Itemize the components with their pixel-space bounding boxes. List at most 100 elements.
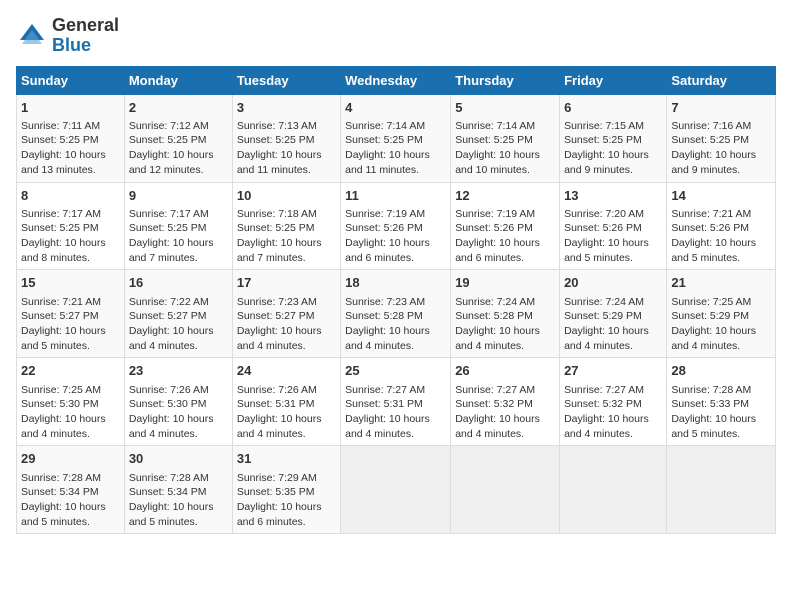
calendar-week-row: 8Sunrise: 7:17 AMSunset: 5:25 PMDaylight… <box>17 182 776 270</box>
day-info: Sunrise: 7:11 AMSunset: 5:25 PMDaylight:… <box>21 119 120 178</box>
day-number: 18 <box>345 274 446 292</box>
day-info: Sunrise: 7:25 AMSunset: 5:30 PMDaylight:… <box>21 383 120 442</box>
day-info: Sunrise: 7:25 AMSunset: 5:29 PMDaylight:… <box>671 295 771 354</box>
calendar-cell: 29 Sunrise: 7:28 AMSunset: 5:34 PMDayligh… <box>17 446 125 534</box>
day-number: 3 <box>237 99 336 117</box>
calendar-cell: 18Sunrise: 7:23 AMSunset: 5:28 PMDayligh… <box>341 270 451 358</box>
day-info: Sunrise: 7:13 AMSunset: 5:25 PMDaylight:… <box>237 119 336 178</box>
day-number: 11 <box>345 187 446 205</box>
day-number: 19 <box>455 274 555 292</box>
calendar-header-row: SundayMondayTuesdayWednesdayThursdayFrid… <box>17 66 776 94</box>
day-number: 23 <box>129 362 228 380</box>
calendar-cell: 21 Sunrise: 7:25 AMSunset: 5:29 PMDayligh… <box>667 270 776 358</box>
day-of-week-header: Thursday <box>451 66 560 94</box>
calendar-cell: 11 Sunrise: 7:19 AMSunset: 5:26 PMDayligh… <box>341 182 451 270</box>
calendar-cell: 22 Sunrise: 7:25 AMSunset: 5:30 PMDayligh… <box>17 358 125 446</box>
day-info: Sunrise: 7:24 AMSunset: 5:29 PMDaylight:… <box>564 295 662 354</box>
calendar-cell: 8Sunrise: 7:17 AMSunset: 5:25 PMDaylight… <box>17 182 125 270</box>
calendar-cell: 1 Sunrise: 7:11 AMSunset: 5:25 PMDaylight… <box>17 94 125 182</box>
calendar-week-row: 22 Sunrise: 7:25 AMSunset: 5:30 PMDayligh… <box>17 358 776 446</box>
calendar-cell: 15Sunrise: 7:21 AMSunset: 5:27 PMDayligh… <box>17 270 125 358</box>
day-number: 30 <box>129 450 228 468</box>
day-number: 6 <box>564 99 662 117</box>
day-number: 7 <box>671 99 771 117</box>
day-info: Sunrise: 7:14 AMSunset: 5:25 PMDaylight:… <box>345 119 446 178</box>
logo: General Blue <box>16 16 119 56</box>
day-number: 5 <box>455 99 555 117</box>
day-number: 14 <box>671 187 771 205</box>
calendar-week-row: 29 Sunrise: 7:28 AMSunset: 5:34 PMDayligh… <box>17 446 776 534</box>
day-of-week-header: Tuesday <box>232 66 340 94</box>
calendar-cell: 19 Sunrise: 7:24 AMSunset: 5:28 PMDayligh… <box>451 270 560 358</box>
day-info: Sunrise: 7:28 AMSunset: 5:33 PMDaylight:… <box>671 383 771 442</box>
calendar-table: SundayMondayTuesdayWednesdayThursdayFrid… <box>16 66 776 535</box>
day-info: Sunrise: 7:22 AMSunset: 5:27 PMDaylight:… <box>129 295 228 354</box>
calendar-cell: 28 Sunrise: 7:28 AMSunset: 5:33 PMDayligh… <box>667 358 776 446</box>
day-number: 21 <box>671 274 771 292</box>
calendar-cell: 25 Sunrise: 7:27 AMSunset: 5:31 PMDayligh… <box>341 358 451 446</box>
day-info: Sunrise: 7:29 AMSunset: 5:35 PMDaylight:… <box>237 471 336 530</box>
day-info: Sunrise: 7:28 AMSunset: 5:34 PMDaylight:… <box>129 471 228 530</box>
day-info: Sunrise: 7:14 AMSunset: 5:25 PMDaylight:… <box>455 119 555 178</box>
calendar-cell: 6Sunrise: 7:15 AMSunset: 5:25 PMDaylight… <box>560 94 667 182</box>
day-number: 20 <box>564 274 662 292</box>
day-number: 29 <box>21 450 120 468</box>
day-number: 25 <box>345 362 446 380</box>
day-number: 10 <box>237 187 336 205</box>
logo-icon <box>16 20 48 52</box>
calendar-cell: 2 Sunrise: 7:12 AMSunset: 5:25 PMDaylight… <box>124 94 232 182</box>
calendar-week-row: 1 Sunrise: 7:11 AMSunset: 5:25 PMDaylight… <box>17 94 776 182</box>
calendar-cell <box>560 446 667 534</box>
calendar-cell <box>667 446 776 534</box>
day-of-week-header: Saturday <box>667 66 776 94</box>
day-number: 16 <box>129 274 228 292</box>
day-number: 22 <box>21 362 120 380</box>
day-info: Sunrise: 7:17 AMSunset: 5:25 PMDaylight:… <box>129 207 228 266</box>
calendar-cell: 17 Sunrise: 7:23 AMSunset: 5:27 PMDayligh… <box>232 270 340 358</box>
day-info: Sunrise: 7:20 AMSunset: 5:26 PMDaylight:… <box>564 207 662 266</box>
calendar-cell: 3 Sunrise: 7:13 AMSunset: 5:25 PMDaylight… <box>232 94 340 182</box>
calendar-cell: 20 Sunrise: 7:24 AMSunset: 5:29 PMDayligh… <box>560 270 667 358</box>
calendar-cell <box>341 446 451 534</box>
day-info: Sunrise: 7:12 AMSunset: 5:25 PMDaylight:… <box>129 119 228 178</box>
calendar-cell: 9 Sunrise: 7:17 AMSunset: 5:25 PMDaylight… <box>124 182 232 270</box>
calendar-cell: 12Sunrise: 7:19 AMSunset: 5:26 PMDayligh… <box>451 182 560 270</box>
calendar-cell: 30 Sunrise: 7:28 AMSunset: 5:34 PMDayligh… <box>124 446 232 534</box>
day-number: 1 <box>21 99 120 117</box>
day-number: 24 <box>237 362 336 380</box>
day-of-week-header: Sunday <box>17 66 125 94</box>
calendar-cell: 5 Sunrise: 7:14 AMSunset: 5:25 PMDaylight… <box>451 94 560 182</box>
calendar-cell <box>451 446 560 534</box>
calendar-cell: 7Sunrise: 7:16 AMSunset: 5:25 PMDaylight… <box>667 94 776 182</box>
day-info: Sunrise: 7:27 AMSunset: 5:31 PMDaylight:… <box>345 383 446 442</box>
calendar-cell: 16 Sunrise: 7:22 AMSunset: 5:27 PMDayligh… <box>124 270 232 358</box>
day-info: Sunrise: 7:21 AMSunset: 5:27 PMDaylight:… <box>21 295 120 354</box>
day-info: Sunrise: 7:24 AMSunset: 5:28 PMDaylight:… <box>455 295 555 354</box>
page-header: General Blue <box>16 16 776 56</box>
day-number: 26 <box>455 362 555 380</box>
day-number: 28 <box>671 362 771 380</box>
day-number: 27 <box>564 362 662 380</box>
day-of-week-header: Friday <box>560 66 667 94</box>
day-info: Sunrise: 7:19 AMSunset: 5:26 PMDaylight:… <box>345 207 446 266</box>
day-of-week-header: Wednesday <box>341 66 451 94</box>
day-number: 17 <box>237 274 336 292</box>
calendar-cell: 24Sunrise: 7:26 AMSunset: 5:31 PMDayligh… <box>232 358 340 446</box>
logo-general-text: General <box>52 16 119 36</box>
calendar-cell: 26 Sunrise: 7:27 AMSunset: 5:32 PMDayligh… <box>451 358 560 446</box>
calendar-cell: 10 Sunrise: 7:18 AMSunset: 5:25 PMDayligh… <box>232 182 340 270</box>
day-of-week-header: Monday <box>124 66 232 94</box>
day-info: Sunrise: 7:28 AMSunset: 5:34 PMDaylight:… <box>21 471 120 530</box>
day-number: 2 <box>129 99 228 117</box>
day-info: Sunrise: 7:18 AMSunset: 5:25 PMDaylight:… <box>237 207 336 266</box>
logo-blue-text: Blue <box>52 36 119 56</box>
day-number: 31 <box>237 450 336 468</box>
day-info: Sunrise: 7:23 AMSunset: 5:27 PMDaylight:… <box>237 295 336 354</box>
day-number: 13 <box>564 187 662 205</box>
calendar-cell: 23 Sunrise: 7:26 AMSunset: 5:30 PMDayligh… <box>124 358 232 446</box>
calendar-cell: 27Sunrise: 7:27 AMSunset: 5:32 PMDayligh… <box>560 358 667 446</box>
day-number: 9 <box>129 187 228 205</box>
day-info: Sunrise: 7:26 AMSunset: 5:30 PMDaylight:… <box>129 383 228 442</box>
day-info: Sunrise: 7:17 AMSunset: 5:25 PMDaylight:… <box>21 207 120 266</box>
day-info: Sunrise: 7:27 AMSunset: 5:32 PMDaylight:… <box>455 383 555 442</box>
